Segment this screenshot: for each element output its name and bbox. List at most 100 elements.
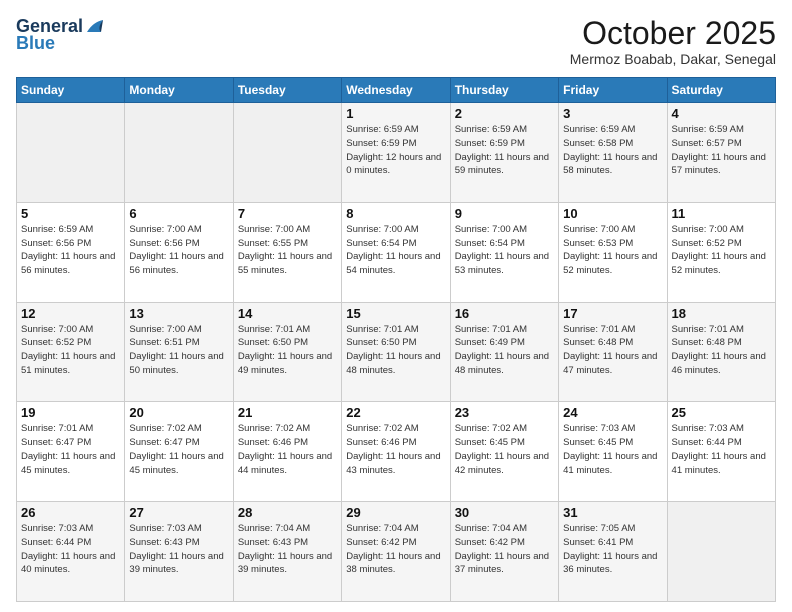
table-row: 4 Sunrise: 6:59 AMSunset: 6:57 PMDaylight… bbox=[667, 103, 775, 203]
col-friday: Friday bbox=[559, 78, 667, 103]
table-row: 1 Sunrise: 6:59 AMSunset: 6:59 PMDaylight… bbox=[342, 103, 450, 203]
day-number: 12 bbox=[21, 306, 120, 321]
day-number: 28 bbox=[238, 505, 337, 520]
day-number: 13 bbox=[129, 306, 228, 321]
table-row: 6 Sunrise: 7:00 AMSunset: 6:56 PMDaylight… bbox=[125, 202, 233, 302]
day-number: 16 bbox=[455, 306, 554, 321]
col-thursday: Thursday bbox=[450, 78, 558, 103]
table-row: 13 Sunrise: 7:00 AMSunset: 6:51 PMDayligh… bbox=[125, 302, 233, 402]
day-info: Sunrise: 7:01 AMSunset: 6:49 PMDaylight:… bbox=[455, 323, 554, 378]
day-number: 30 bbox=[455, 505, 554, 520]
day-info: Sunrise: 7:00 AMSunset: 6:55 PMDaylight:… bbox=[238, 223, 337, 278]
day-info: Sunrise: 6:59 AMSunset: 6:57 PMDaylight:… bbox=[672, 123, 771, 178]
table-row: 27 Sunrise: 7:03 AMSunset: 6:43 PMDayligh… bbox=[125, 502, 233, 602]
table-row: 30 Sunrise: 7:04 AMSunset: 6:42 PMDayligh… bbox=[450, 502, 558, 602]
table-row: 10Sunrise: 7:00 AMSunset: 6:53 PMDayligh… bbox=[559, 202, 667, 302]
day-number: 25 bbox=[672, 405, 771, 420]
day-info: Sunrise: 6:59 AMSunset: 6:58 PMDaylight:… bbox=[563, 123, 662, 178]
day-number: 1 bbox=[346, 106, 445, 121]
day-number: 19 bbox=[21, 405, 120, 420]
table-row: 14 Sunrise: 7:01 AMSunset: 6:50 PMDayligh… bbox=[233, 302, 341, 402]
day-info: Sunrise: 6:59 AMSunset: 6:56 PMDaylight:… bbox=[21, 223, 120, 278]
table-row: 17 Sunrise: 7:01 AMSunset: 6:48 PMDayligh… bbox=[559, 302, 667, 402]
table-row: 21 Sunrise: 7:02 AMSunset: 6:46 PMDayligh… bbox=[233, 402, 341, 502]
table-row bbox=[17, 103, 125, 203]
header: General Blue October 2025 Mermoz Boabab,… bbox=[16, 16, 776, 67]
day-number: 8 bbox=[346, 206, 445, 221]
col-monday: Monday bbox=[125, 78, 233, 103]
day-number: 6 bbox=[129, 206, 228, 221]
day-info: Sunrise: 7:03 AMSunset: 6:45 PMDaylight:… bbox=[563, 422, 662, 477]
day-info: Sunrise: 7:04 AMSunset: 6:43 PMDaylight:… bbox=[238, 522, 337, 577]
day-info: Sunrise: 7:01 AMSunset: 6:50 PMDaylight:… bbox=[346, 323, 445, 378]
day-number: 29 bbox=[346, 505, 445, 520]
day-number: 24 bbox=[563, 405, 662, 420]
table-row: 19 Sunrise: 7:01 AMSunset: 6:47 PMDayligh… bbox=[17, 402, 125, 502]
day-number: 9 bbox=[455, 206, 554, 221]
day-info: Sunrise: 7:00 AMSunset: 6:53 PMDaylight:… bbox=[563, 223, 662, 278]
day-number: 14 bbox=[238, 306, 337, 321]
day-info: Sunrise: 7:01 AMSunset: 6:48 PMDaylight:… bbox=[563, 323, 662, 378]
title-section: October 2025 Mermoz Boabab, Dakar, Seneg… bbox=[570, 16, 776, 67]
day-info: Sunrise: 7:04 AMSunset: 6:42 PMDaylight:… bbox=[455, 522, 554, 577]
day-info: Sunrise: 6:59 AMSunset: 6:59 PMDaylight:… bbox=[346, 123, 445, 178]
day-number: 23 bbox=[455, 405, 554, 420]
month-title: October 2025 bbox=[570, 16, 776, 51]
table-row: 29 Sunrise: 7:04 AMSunset: 6:42 PMDayligh… bbox=[342, 502, 450, 602]
day-info: Sunrise: 7:02 AMSunset: 6:46 PMDaylight:… bbox=[346, 422, 445, 477]
calendar-week-row: 19 Sunrise: 7:01 AMSunset: 6:47 PMDayligh… bbox=[17, 402, 776, 502]
table-row: 18 Sunrise: 7:01 AMSunset: 6:48 PMDayligh… bbox=[667, 302, 775, 402]
table-row: 31 Sunrise: 7:05 AMSunset: 6:41 PMDayligh… bbox=[559, 502, 667, 602]
table-row: 15 Sunrise: 7:01 AMSunset: 6:50 PMDayligh… bbox=[342, 302, 450, 402]
col-tuesday: Tuesday bbox=[233, 78, 341, 103]
table-row: 2Sunrise: 6:59 AMSunset: 6:59 PMDaylight… bbox=[450, 103, 558, 203]
day-number: 4 bbox=[672, 106, 771, 121]
day-number: 11 bbox=[672, 206, 771, 221]
day-info: Sunrise: 7:03 AMSunset: 6:44 PMDaylight:… bbox=[672, 422, 771, 477]
calendar-week-row: 26Sunrise: 7:03 AMSunset: 6:44 PMDayligh… bbox=[17, 502, 776, 602]
day-info: Sunrise: 7:00 AMSunset: 6:51 PMDaylight:… bbox=[129, 323, 228, 378]
table-row: 20Sunrise: 7:02 AMSunset: 6:47 PMDayligh… bbox=[125, 402, 233, 502]
day-number: 5 bbox=[21, 206, 120, 221]
day-info: Sunrise: 7:03 AMSunset: 6:43 PMDaylight:… bbox=[129, 522, 228, 577]
day-number: 7 bbox=[238, 206, 337, 221]
logo-bird-icon bbox=[85, 18, 107, 36]
day-info: Sunrise: 7:01 AMSunset: 6:50 PMDaylight:… bbox=[238, 323, 337, 378]
day-number: 3 bbox=[563, 106, 662, 121]
table-row: 7 Sunrise: 7:00 AMSunset: 6:55 PMDaylight… bbox=[233, 202, 341, 302]
day-number: 27 bbox=[129, 505, 228, 520]
page: General Blue October 2025 Mermoz Boabab,… bbox=[0, 0, 792, 612]
logo-blue-text: Blue bbox=[16, 33, 55, 54]
table-row bbox=[233, 103, 341, 203]
day-info: Sunrise: 7:00 AMSunset: 6:52 PMDaylight:… bbox=[21, 323, 120, 378]
table-row: 16 Sunrise: 7:01 AMSunset: 6:49 PMDayligh… bbox=[450, 302, 558, 402]
day-info: Sunrise: 7:01 AMSunset: 6:48 PMDaylight:… bbox=[672, 323, 771, 378]
calendar-week-row: 12 Sunrise: 7:00 AMSunset: 6:52 PMDayligh… bbox=[17, 302, 776, 402]
day-info: Sunrise: 7:03 AMSunset: 6:44 PMDaylight:… bbox=[21, 522, 120, 577]
day-info: Sunrise: 7:02 AMSunset: 6:46 PMDaylight:… bbox=[238, 422, 337, 477]
day-number: 31 bbox=[563, 505, 662, 520]
table-row: 25 Sunrise: 7:03 AMSunset: 6:44 PMDayligh… bbox=[667, 402, 775, 502]
col-saturday: Saturday bbox=[667, 78, 775, 103]
table-row bbox=[125, 103, 233, 203]
day-info: Sunrise: 7:00 AMSunset: 6:54 PMDaylight:… bbox=[346, 223, 445, 278]
day-number: 21 bbox=[238, 405, 337, 420]
day-number: 17 bbox=[563, 306, 662, 321]
day-number: 20 bbox=[129, 405, 228, 420]
table-row: 9Sunrise: 7:00 AMSunset: 6:54 PMDaylight… bbox=[450, 202, 558, 302]
table-row: 26Sunrise: 7:03 AMSunset: 6:44 PMDayligh… bbox=[17, 502, 125, 602]
day-info: Sunrise: 7:02 AMSunset: 6:45 PMDaylight:… bbox=[455, 422, 554, 477]
table-row: 28 Sunrise: 7:04 AMSunset: 6:43 PMDayligh… bbox=[233, 502, 341, 602]
day-info: Sunrise: 7:00 AMSunset: 6:56 PMDaylight:… bbox=[129, 223, 228, 278]
day-info: Sunrise: 7:05 AMSunset: 6:41 PMDaylight:… bbox=[563, 522, 662, 577]
table-row: 5 Sunrise: 6:59 AMSunset: 6:56 PMDaylight… bbox=[17, 202, 125, 302]
calendar-week-row: 5 Sunrise: 6:59 AMSunset: 6:56 PMDaylight… bbox=[17, 202, 776, 302]
col-wednesday: Wednesday bbox=[342, 78, 450, 103]
day-number: 22 bbox=[346, 405, 445, 420]
day-number: 18 bbox=[672, 306, 771, 321]
logo: General Blue bbox=[16, 16, 107, 54]
day-info: Sunrise: 7:01 AMSunset: 6:47 PMDaylight:… bbox=[21, 422, 120, 477]
day-info: Sunrise: 7:04 AMSunset: 6:42 PMDaylight:… bbox=[346, 522, 445, 577]
day-number: 15 bbox=[346, 306, 445, 321]
calendar-table: Sunday Monday Tuesday Wednesday Thursday… bbox=[16, 77, 776, 602]
